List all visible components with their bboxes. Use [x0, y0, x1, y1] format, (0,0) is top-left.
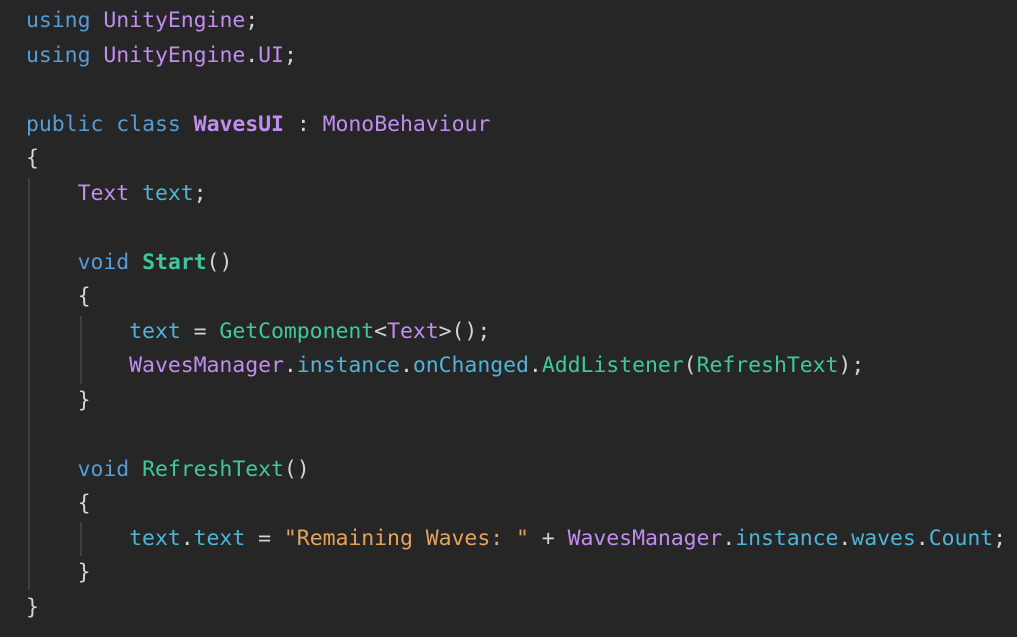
code-token: {	[26, 146, 39, 171]
code-token: instance	[735, 525, 839, 551]
code-token: onChanged	[412, 353, 529, 378]
code-token: );	[838, 353, 865, 378]
code-token: public	[26, 111, 104, 137]
code-token: Count	[928, 525, 994, 551]
code-token: ;	[993, 525, 1007, 551]
code-token: instance	[296, 353, 400, 378]
code-token: GetComponent	[219, 318, 375, 344]
code-line[interactable]: public class WavesUI : MonoBehaviour	[26, 108, 490, 142]
code-line[interactable]: Text text;	[26, 177, 207, 211]
code-token: text	[193, 525, 246, 551]
code-token: void	[77, 456, 130, 482]
code-token: AddListener	[541, 353, 684, 378]
code-line[interactable]: void RefreshText()	[26, 453, 310, 487]
code-token: ()	[283, 456, 310, 482]
code-token: ;	[245, 8, 259, 33]
code-token: {	[77, 284, 91, 309]
code-token: (	[683, 353, 697, 378]
code-token: .	[915, 525, 929, 551]
code-token: :	[283, 111, 323, 137]
code-line[interactable]: {	[26, 487, 91, 521]
code-token: <	[374, 318, 388, 344]
code-token: {	[77, 491, 91, 516]
code-token: void	[77, 249, 130, 275]
code-line[interactable]: {	[26, 280, 91, 314]
code-token: .	[180, 525, 194, 551]
code-token: RefreshText	[142, 456, 284, 482]
code-line[interactable]: text.text = "Remaining Waves: " + WavesM…	[26, 522, 1006, 556]
code-token: WavesManager	[129, 353, 284, 378]
code-line[interactable]: void Start()	[26, 246, 233, 280]
code-token: text	[129, 318, 181, 344]
code-token: .	[722, 525, 736, 551]
code-line[interactable]: }	[26, 591, 39, 625]
code-token: ;	[283, 42, 297, 68]
code-token: Text	[387, 318, 439, 344]
code-line[interactable]: {	[26, 142, 39, 176]
code-line[interactable]: }	[26, 384, 91, 418]
code-line[interactable]: text = GetComponent<Text>();	[26, 315, 490, 349]
code-token: >();	[438, 318, 491, 344]
code-token: class	[116, 111, 181, 137]
code-token: using	[26, 42, 91, 68]
code-token: UnityEngine	[103, 42, 246, 68]
code-line[interactable]: using UnityEngine;	[26, 4, 258, 38]
code-token: .	[838, 525, 852, 551]
code-token: waves	[851, 525, 916, 551]
code-line[interactable]: using UnityEngine.UI;	[26, 39, 297, 73]
code-token: .	[283, 353, 297, 378]
code-token: MonoBehaviour	[322, 111, 491, 137]
code-token: .	[399, 353, 413, 378]
code-line[interactable]: WavesManager.instance.onChanged.AddListe…	[26, 349, 864, 383]
code-token: }	[77, 387, 91, 413]
code-token: .	[528, 353, 542, 378]
code-token: RefreshText	[696, 353, 839, 378]
code-token: UnityEngine	[103, 8, 246, 33]
code-token: WavesUI	[193, 111, 284, 137]
code-token: text	[142, 180, 194, 206]
code-token: .	[245, 42, 259, 68]
code-token: ()	[206, 249, 233, 275]
code-token: =	[245, 525, 284, 551]
code-token: UI	[258, 42, 284, 68]
code-line[interactable]: }	[26, 556, 91, 590]
code-token: WavesManager	[567, 525, 723, 551]
code-token: "Remaining Waves: "	[283, 525, 529, 551]
code-token: Text	[77, 180, 130, 206]
code-token: Start	[142, 249, 207, 275]
code-token: }	[77, 560, 91, 585]
code-token: ;	[193, 180, 207, 206]
code-token: text	[129, 525, 181, 551]
code-token: =	[180, 318, 220, 344]
code-editor[interactable]: using UnityEngine; using UnityEngine.UI; p…	[0, 0, 1017, 637]
code-token: }	[26, 594, 39, 620]
code-token: using	[26, 8, 91, 33]
code-token: +	[528, 525, 568, 551]
